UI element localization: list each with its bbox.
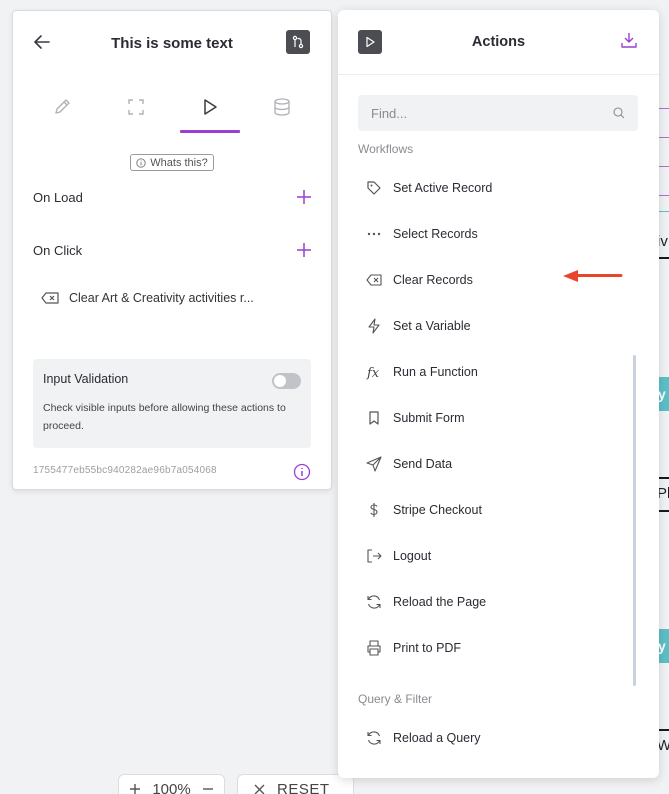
workflow-set-variable[interactable]: Set a Variable: [366, 314, 606, 338]
input-validation-box: Input Validation Check visible inputs be…: [33, 359, 311, 448]
query-reload-query[interactable]: Reload a Query: [366, 726, 606, 750]
zoom-level: 100%: [152, 780, 191, 794]
element-id: 1755477eb55bc940282ae96b7a054068: [33, 465, 217, 476]
actions-title: Actions: [471, 34, 526, 50]
workflow-stripe-checkout[interactable]: Stripe Checkout: [366, 498, 606, 522]
bookmark-icon: [366, 410, 382, 426]
validation-description: Check visible inputs before allowing the…: [43, 402, 286, 432]
workflow-label: Select Records: [393, 227, 478, 241]
on-load-label: On Load: [33, 189, 83, 205]
workflow-label: Set a Variable: [393, 319, 471, 333]
refresh-icon: [366, 594, 382, 610]
workflow-label: Clear Records: [393, 273, 473, 287]
validation-toggle[interactable]: [272, 373, 301, 389]
workflow-label: Logout: [393, 549, 432, 563]
svg-text:fx: fx: [366, 366, 380, 380]
actions-panel: Actions Workflows Set Active Record Sele…: [338, 10, 659, 778]
workflow-label: Run a Function: [393, 365, 478, 379]
find-input[interactable]: [358, 95, 638, 131]
backspace-icon: [41, 292, 59, 304]
properties-panel: This is some text Whats this? On Load On…: [12, 10, 332, 490]
validation-title: Input Validation: [43, 372, 129, 386]
zoom-control: 100%: [118, 774, 225, 794]
tab-actions[interactable]: [180, 97, 240, 133]
panel-tabs: [13, 97, 331, 137]
printer-icon: [366, 640, 382, 656]
tab-design[interactable]: [32, 97, 92, 133]
info-icon[interactable]: [293, 463, 311, 481]
workflows-section-label: Workflows: [358, 142, 414, 156]
on-click-row: On Click: [33, 239, 311, 261]
workflow-label: Set Active Record: [393, 181, 493, 195]
query-label: Reload a Query: [393, 731, 481, 745]
info-icon: [136, 157, 146, 168]
play-icon: [200, 97, 220, 117]
workflow-run-function[interactable]: fx Run a Function: [366, 360, 606, 384]
annotation-arrow-icon: [562, 268, 624, 284]
function-icon: fx: [366, 364, 382, 380]
add-on-click-icon[interactable]: [297, 243, 311, 257]
workflow-reload-page[interactable]: Reload the Page: [366, 590, 606, 614]
back-arrow-icon[interactable]: [33, 33, 51, 51]
workflow-submit-form[interactable]: Submit Form: [366, 406, 606, 430]
logout-icon: [366, 548, 382, 564]
database-icon: [272, 97, 292, 117]
bolt-icon: [366, 318, 382, 334]
workflow-print-pdf[interactable]: Print to PDF: [366, 636, 606, 660]
query-filter-section-label: Query & Filter: [358, 692, 433, 706]
scrollbar[interactable]: [633, 355, 636, 686]
expand-icon: [126, 97, 146, 117]
workflow-select-records[interactable]: Select Records: [366, 222, 606, 246]
properties-header: This is some text: [13, 11, 331, 77]
reset-button[interactable]: RESET: [237, 774, 354, 794]
workflow-label: Print to PDF: [393, 641, 462, 655]
workflow-send-data[interactable]: Send Data: [366, 452, 606, 476]
actions-header: Actions: [338, 10, 659, 75]
close-icon: [254, 784, 265, 794]
toggle-knob: [274, 375, 286, 387]
git-branch-icon[interactable]: [286, 30, 310, 54]
workflow-set-active-record[interactable]: Set Active Record: [366, 176, 606, 200]
refresh-icon: [366, 730, 382, 746]
action-search: [358, 95, 638, 131]
on-load-row: On Load: [33, 186, 311, 208]
backspace-icon: [366, 272, 382, 288]
workflow-logout[interactable]: Logout: [366, 544, 606, 568]
zoom-out-icon[interactable]: [202, 783, 214, 794]
whats-this-button[interactable]: Whats this?: [130, 154, 214, 171]
dots-icon: [366, 226, 382, 242]
send-icon: [366, 456, 382, 472]
add-on-load-icon[interactable]: [297, 190, 311, 204]
on-click-action-item[interactable]: Clear Art & Creativity activities r...: [41, 287, 311, 309]
zoom-in-icon[interactable]: [129, 783, 141, 794]
reset-label: RESET: [277, 780, 330, 794]
on-click-label: On Click: [33, 242, 83, 258]
dollar-icon: [366, 502, 382, 518]
pencil-icon: [52, 97, 72, 117]
tab-data[interactable]: [252, 97, 312, 133]
whats-this-label: Whats this?: [150, 156, 208, 169]
workflow-label: Submit Form: [393, 411, 465, 425]
download-icon[interactable]: [620, 31, 638, 49]
workflow-label: Reload the Page: [393, 595, 487, 609]
workflow-label: Send Data: [393, 457, 453, 471]
action-item-label: Clear Art & Creativity activities r...: [69, 291, 254, 305]
workflow-label: Stripe Checkout: [393, 503, 482, 517]
tag-icon: [366, 180, 382, 196]
search-icon: [613, 107, 625, 119]
tab-layout[interactable]: [106, 97, 166, 133]
element-title: This is some text: [111, 35, 233, 52]
